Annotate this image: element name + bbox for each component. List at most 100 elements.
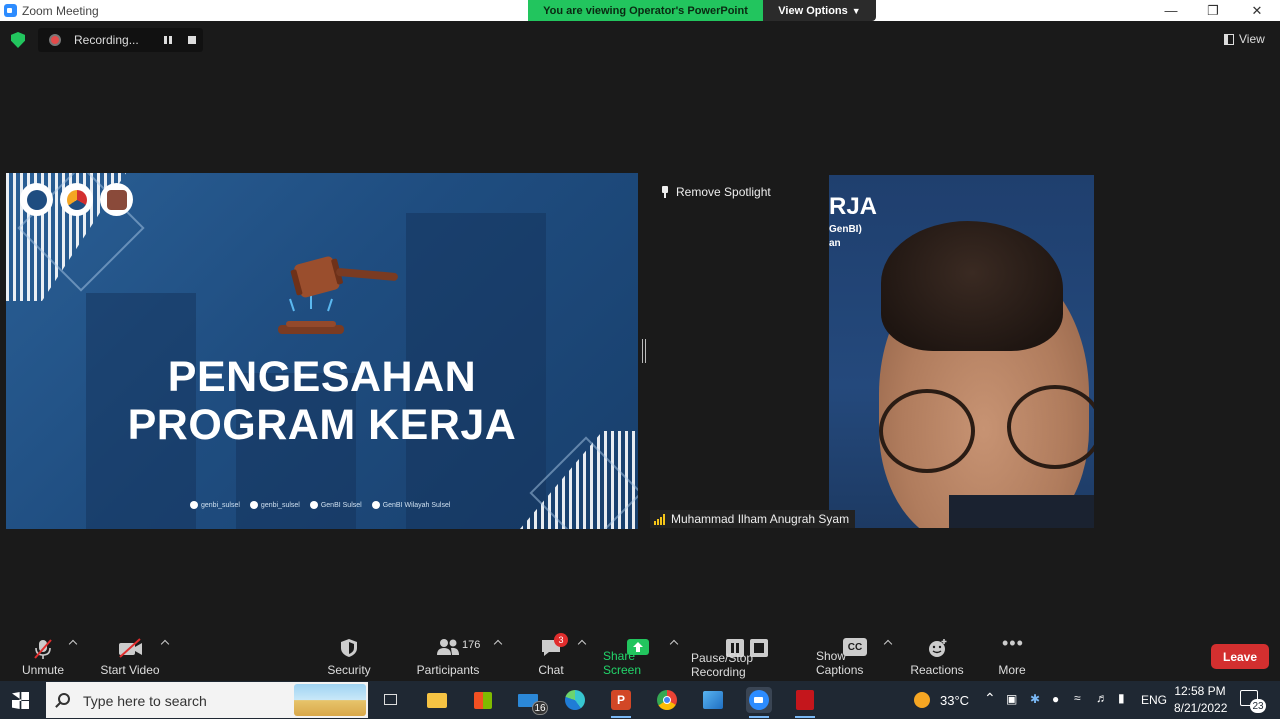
microphone-tray-icon[interactable]: ● <box>1052 692 1059 706</box>
more-label: More <box>998 663 1026 677</box>
start-video-label: Start Video <box>100 663 160 677</box>
video-background-text: RJA <box>829 193 878 220</box>
youtube-icon <box>371 501 380 509</box>
taskbar-search-box[interactable]: Type here to search <box>46 682 368 718</box>
leave-button[interactable]: Leave <box>1211 644 1269 669</box>
share-banner: You are viewing Operator's PowerPoint <box>528 0 763 21</box>
chat-options-caret[interactable] <box>577 639 587 649</box>
unmute-button[interactable]: Unmute <box>18 630 68 681</box>
video-off-icon <box>119 638 142 658</box>
encryption-shield-icon[interactable] <box>11 32 25 48</box>
chat-button[interactable]: 3 Chat <box>531 630 571 681</box>
weather-sun-icon[interactable] <box>914 692 930 708</box>
chevron-down-icon: ▼ <box>851 5 861 16</box>
tray-overflow-chevron-icon[interactable]: ⌃ <box>984 690 996 707</box>
participant-shirt <box>949 495 1094 528</box>
windows-taskbar: Type here to search 16 P 33°C ⌃ ▣ ✱ ● ≈ … <box>0 681 1280 719</box>
share-screen-button[interactable]: Share Screen <box>603 630 673 681</box>
stop-recording-icon[interactable] <box>188 36 196 44</box>
reactions-label: Reactions <box>910 663 964 677</box>
participants-button[interactable]: 176 Participants <box>417 630 480 681</box>
close-button[interactable]: ✕ <box>1237 0 1277 21</box>
temperature[interactable]: 33°C <box>940 693 969 708</box>
recording-indicator: Recording... <box>38 28 203 52</box>
slide-title: PENGESAHAN PROGRAM KERJA <box>6 353 638 449</box>
clock[interactable]: 12:58 PM 8/21/2022 <box>1174 684 1227 715</box>
social-facebook: GenBI Sulsel <box>309 501 362 509</box>
battery-icon[interactable]: ▮ <box>1118 691 1125 705</box>
pause-recording-icon[interactable] <box>164 36 172 44</box>
edge-browser-icon[interactable] <box>562 687 588 713</box>
view-options-label: View Options <box>778 4 848 17</box>
minimize-button[interactable]: — <box>1151 0 1191 21</box>
slide-title-line2: PROGRAM KERJA <box>127 401 517 449</box>
participant-hair <box>881 221 1063 351</box>
unmute-label: Unmute <box>21 663 65 677</box>
share-screen-icon <box>627 639 649 655</box>
meet-now-icon[interactable]: ▣ <box>1006 692 1017 706</box>
video-bg-line: GenBI) <box>829 224 862 235</box>
microsoft-store-icon[interactable] <box>470 687 496 713</box>
participants-options-caret[interactable] <box>493 639 503 649</box>
glasses-right <box>1007 385 1094 469</box>
security-button[interactable]: Security <box>324 630 374 681</box>
chat-badge: 3 <box>554 633 568 647</box>
acrobat-reader-icon[interactable] <box>792 687 818 718</box>
social-instagram: genbi_sulsel <box>190 501 240 509</box>
mail-icon[interactable]: 16 <box>516 687 548 715</box>
recording-label: Recording... <box>74 33 139 47</box>
close-icon: ✕ <box>1251 2 1263 18</box>
minimize-icon: — <box>1164 3 1178 18</box>
slide-social-links: genbi_sulsel genbi_sulsel GenBI Sulsel G… <box>190 501 450 509</box>
more-button[interactable]: ••• More <box>992 630 1032 681</box>
social-label: GenBI Wilayah Sulsel <box>382 501 451 509</box>
restore-icon: ❐ <box>1207 2 1219 18</box>
powerpoint-icon[interactable]: P <box>608 687 634 718</box>
splitter-handle[interactable] <box>642 339 646 363</box>
zoom-taskbar-icon[interactable] <box>746 687 772 718</box>
chrome-icon[interactable] <box>654 687 680 713</box>
participant-name-tag: Muhammad Ilham Anugrah Syam <box>650 510 856 528</box>
meeting-toolbar: Unmute Start Video Security 176 Particip… <box>0 630 1280 681</box>
slide-logos <box>20 183 133 216</box>
mail-badge: 16 <box>532 701 548 715</box>
participant-name: Muhammad Ilham Anugrah Syam <box>671 512 850 526</box>
start-video-button[interactable]: Start Video <box>100 630 160 681</box>
signal-strength-icon <box>654 513 665 525</box>
remove-spotlight-button[interactable]: Remove Spotlight <box>660 185 771 199</box>
instagram-icon <box>190 501 198 509</box>
pause-stop-recording-button[interactable]: Pause/Stop Recording <box>691 630 805 681</box>
recording-dot-icon <box>49 34 61 46</box>
window-title: Zoom Meeting <box>22 4 99 18</box>
video-options-caret[interactable] <box>160 639 170 649</box>
twitter-icon <box>249 501 258 509</box>
video-bg-line: an <box>829 238 841 249</box>
glasses-left <box>879 389 975 473</box>
photos-icon[interactable] <box>700 687 726 713</box>
restore-button[interactable]: ❐ <box>1193 0 1233 21</box>
file-explorer-icon[interactable] <box>424 687 450 713</box>
search-icon <box>58 693 70 705</box>
view-layout-icon <box>1224 33 1234 45</box>
wifi-icon[interactable]: ≈ <box>1074 691 1081 705</box>
social-label: genbi_sulsel <box>201 501 240 509</box>
gavel-icon <box>278 256 398 334</box>
participant-video[interactable]: RJA GenBI) an <box>829 175 1094 528</box>
view-options-button[interactable]: View Options ▼ <box>763 0 876 21</box>
language-indicator[interactable]: ENG <box>1141 693 1167 707</box>
bluetooth-icon[interactable]: ✱ <box>1030 692 1040 706</box>
clock-time: 12:58 PM <box>1174 684 1226 698</box>
security-label: Security <box>327 663 371 677</box>
captions-icon: CC <box>843 638 867 656</box>
volume-icon[interactable]: ♬ <box>1096 691 1108 705</box>
windows-start-icon[interactable] <box>12 692 29 709</box>
view-button[interactable]: View <box>1224 32 1265 46</box>
search-highlight-illustration <box>294 684 366 716</box>
audio-options-caret[interactable] <box>68 639 78 649</box>
show-captions-button[interactable]: CC Show Captions <box>816 630 894 681</box>
pause-stop-label: Pause/Stop Recording <box>691 651 754 679</box>
reactions-button[interactable]: Reactions <box>908 630 966 681</box>
zoom-window: Zoom Meeting You are viewing Operator's … <box>0 0 1280 719</box>
microphone-muted-icon <box>34 639 52 659</box>
task-view-icon[interactable] <box>378 687 404 713</box>
